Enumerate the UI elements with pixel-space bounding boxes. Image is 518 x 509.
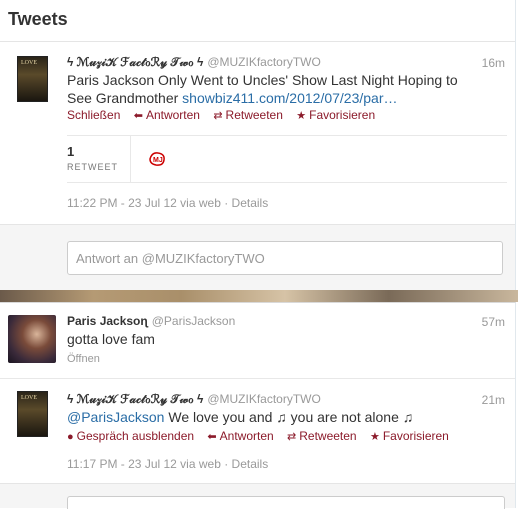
reply-input[interactable] <box>67 496 505 509</box>
retweet-button[interactable]: ⇄ Retweeten <box>213 108 283 122</box>
tweet-meta: 11:17 PM - 23 Jul 12 via web · Details <box>67 457 268 471</box>
tweet-body: We love you and ♫ you are not alone ♫ <box>164 409 414 425</box>
meta-separator: · <box>220 196 232 210</box>
reply-button[interactable]: ⬅ Antworten <box>207 429 273 443</box>
tweet-stats: 1 RETWEET MJ <box>67 135 507 183</box>
tweet-author[interactable]: ϟ ℳ𝓊𝓏𝒾𝒦 ℱ𝒶𝒸𝓉ℴℛ𝓎 𝒯𝓌ℴ ϟ @MUZIKfactoryTWO <box>67 392 321 407</box>
author-name[interactable]: Paris Jacksoɳ <box>67 314 148 328</box>
tweet-author[interactable]: ϟ ℳ𝓊𝓏𝒾𝒦 ℱ𝒶𝒸𝓉ℴℛ𝓎 𝒯𝓌ℴ ϟ @MUZIKfactoryTWO <box>67 55 321 70</box>
tweet-author[interactable]: Paris Jacksoɳ @ParisJackson <box>67 314 235 328</box>
reply-area: Antwort an @MUZIKfactoryTWO <box>0 224 515 291</box>
favorite-label: Favorisieren <box>309 108 376 122</box>
reply-label: Antworten <box>145 108 200 122</box>
details-link[interactable]: Details <box>232 196 269 210</box>
meta-separator: · <box>220 457 232 471</box>
tweet-text: Paris Jackson Only Went to Uncles' Show … <box>67 71 467 107</box>
open-link[interactable]: Öffnen <box>67 353 100 365</box>
details-link[interactable]: Details <box>232 457 269 471</box>
retweet-icon: ⇄ <box>213 110 223 122</box>
tweet-text: gotta love fam <box>67 331 155 347</box>
star-icon: ★ <box>369 431 380 443</box>
avatar[interactable]: LOVE <box>17 391 48 437</box>
tweets-header: Tweets <box>0 0 515 42</box>
avatar[interactable] <box>8 315 56 363</box>
reply-label: Antworten <box>219 429 274 443</box>
reply-icon: ⬅ <box>133 110 143 122</box>
stats-divider <box>130 136 131 182</box>
tweet-timestamp[interactable]: 11:17 PM - 23 Jul 12 via web <box>67 457 221 471</box>
avatar-text: LOVE <box>21 60 37 66</box>
tweet-time[interactable]: 16m <box>482 56 505 70</box>
tweet-time[interactable]: 57m <box>482 315 505 329</box>
svg-text:MJ: MJ <box>153 157 163 164</box>
tweet-meta: 11:22 PM - 23 Jul 12 via web · Details <box>67 196 268 210</box>
tweet-actions: Schließen ⬅ Antworten ⇄ Retweeten ★ Favoris… <box>67 108 385 122</box>
favorite-label: Favorisieren <box>382 429 449 443</box>
retweet-count-label[interactable]: RETWEET <box>67 162 118 172</box>
tweet-text: @ParisJackson We love you and ♫ you are … <box>67 408 467 426</box>
star-icon: ★ <box>296 110 307 122</box>
tweets-panel: Tweets LOVE ϟ ℳ𝓊𝓏𝒾𝒦 ℱ𝒶𝒸𝓉ℴℛ𝓎 𝒯𝓌ℴ ϟ @MUZIKf… <box>0 0 516 291</box>
retweet-icon: ⇄ <box>287 431 297 443</box>
tweet-time[interactable]: 21m <box>482 393 505 407</box>
hide-conversation-label: Gespräch ausblenden <box>76 429 195 443</box>
mention-link[interactable]: @ParisJackson <box>67 409 164 425</box>
author-name[interactable]: ϟ ℳ𝓊𝓏𝒾𝒦 ℱ𝒶𝒸𝓉ℴℛ𝓎 𝒯𝓌ℴ ϟ <box>67 55 203 69</box>
reply-button[interactable]: ⬅ Antworten <box>134 108 200 122</box>
tweet-divider <box>0 378 515 379</box>
avatar[interactable]: LOVE <box>17 56 48 102</box>
author-handle[interactable]: @MUZIKfactoryTWO <box>207 392 321 406</box>
author-name[interactable]: ϟ ℳ𝓊𝓏𝒾𝒦 ℱ𝒶𝒸𝓉ℴℛ𝓎 𝒯𝓌ℴ ϟ <box>67 392 203 406</box>
favorite-button[interactable]: ★ Favorisieren <box>296 108 375 122</box>
page-title: Tweets <box>8 9 68 29</box>
close-button[interactable]: Schließen <box>67 108 120 122</box>
retweet-label: Retweeten <box>299 429 357 443</box>
reply-icon: ⬅ <box>207 431 217 443</box>
tweets-list: Paris Jacksoɳ @ParisJackson 57m gotta lov… <box>0 302 516 508</box>
speech-bubble-icon: ● <box>67 431 74 443</box>
tweet-actions: ● Gespräch ausblenden ⬅ Antworten ⇄ Retweet… <box>67 429 459 443</box>
retweet-button[interactable]: ⇄ Retweeten <box>287 429 357 443</box>
retweet-count[interactable]: 1 <box>67 144 74 159</box>
hide-conversation-button[interactable]: ● Gespräch ausblenden <box>67 429 194 443</box>
background-photo <box>0 290 518 302</box>
retweeter-avatar[interactable]: MJ <box>147 150 167 168</box>
favorite-button[interactable]: ★ Favorisieren <box>370 429 449 443</box>
avatar-text: LOVE <box>21 395 37 401</box>
tweet-timestamp[interactable]: 11:22 PM - 23 Jul 12 via web <box>67 196 221 210</box>
reply-input[interactable]: Antwort an @MUZIKfactoryTWO <box>67 241 503 275</box>
tweet-link[interactable]: showbiz411.com/2012/07/23/par… <box>182 90 397 106</box>
author-handle[interactable]: @MUZIKfactoryTWO <box>207 55 321 69</box>
retweet-label: Retweeten <box>225 108 283 122</box>
author-handle[interactable]: @ParisJackson <box>152 314 236 328</box>
